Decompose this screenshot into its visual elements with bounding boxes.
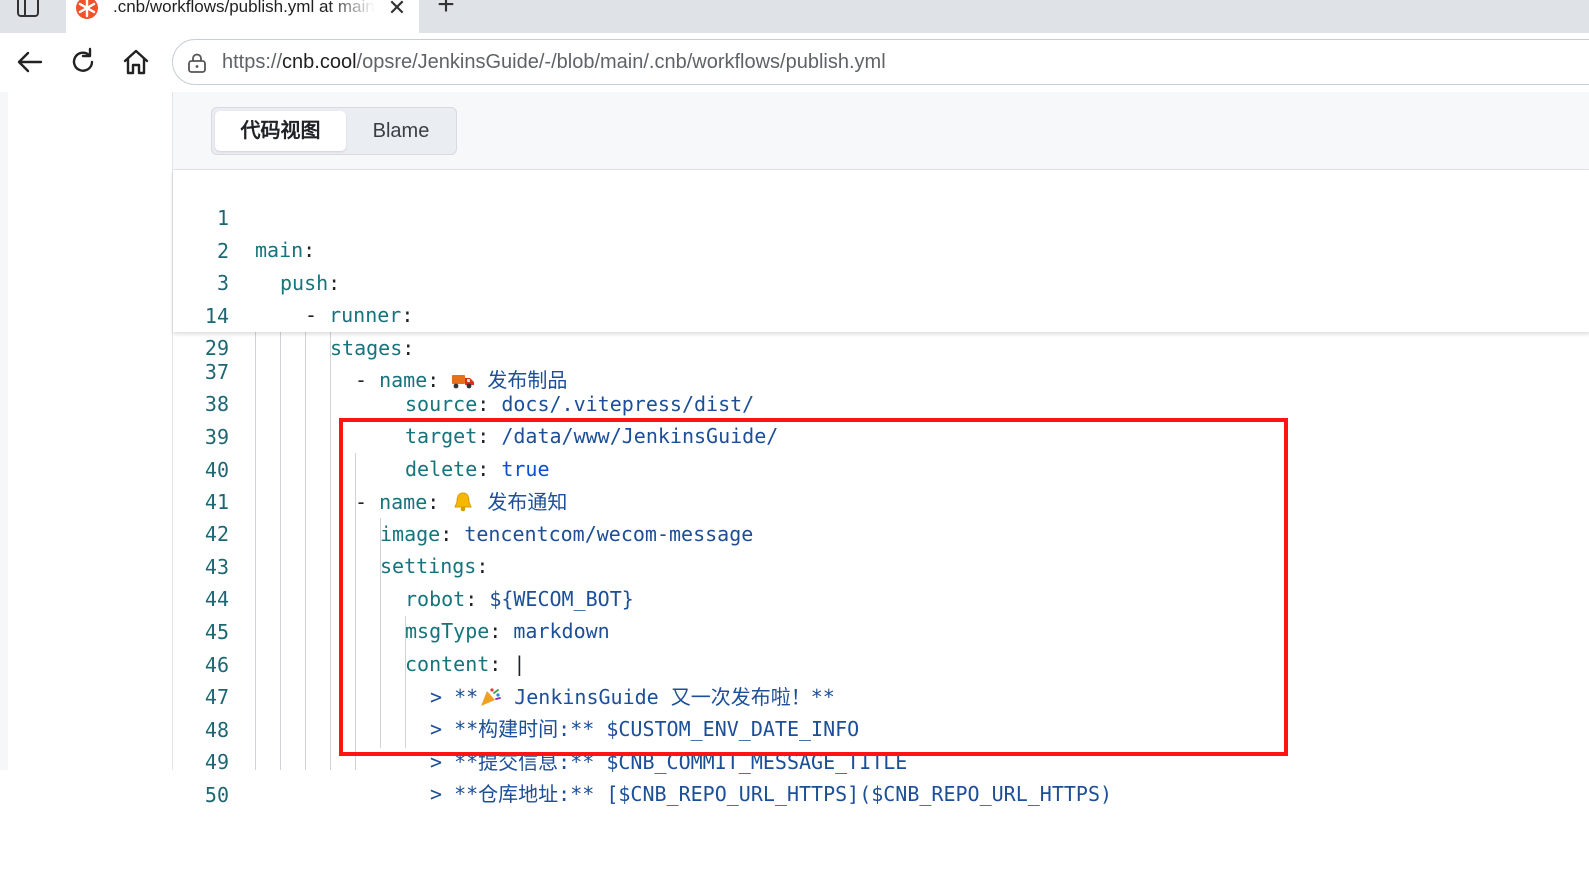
code-viewer: 代码视图 Blame 37 source: docs/.vitepress/di…	[172, 92, 1589, 807]
browser-tab-active[interactable]: .cnb/workflows/publish.yml at main ✕	[66, 0, 419, 33]
code-area[interactable]: 37 source: docs/.vitepress/dist/ 38 targ…	[173, 92, 1589, 807]
lock-icon[interactable]	[186, 52, 208, 74]
new-tab-icon[interactable]: +	[432, 0, 460, 20]
line-number: 29	[204, 336, 229, 360]
url-path: /opsre/JenkinsGuide/-/blob/main/.cnb/wor…	[356, 51, 886, 73]
sticky-code-line[interactable]: 2 push:	[173, 203, 1589, 295]
highlight-annotation-box	[339, 418, 1288, 756]
browser-toolbar: https://cnb.cool/opsre/JenkinsGuide/-/bl…	[0, 33, 1589, 92]
yaml-value: 发布制品	[475, 368, 568, 392]
cnb-favicon-icon	[76, 0, 98, 19]
yaml-dash: -	[355, 368, 380, 392]
yaml-key: name	[379, 368, 428, 392]
sticky-code-line[interactable]: 3 - runner:	[173, 235, 1589, 327]
tab-title: .cnb/workflows/publish.yml at main	[113, 0, 375, 16]
url-host: cnb.cool	[282, 51, 357, 73]
line-number: 50	[204, 783, 229, 807]
close-tab-icon[interactable]: ✕	[386, 0, 408, 20]
home-icon[interactable]	[120, 46, 152, 78]
yaml-text: > **仓库地址:** [$CNB_REPO_URL_HTTPS]($CNB_R…	[430, 782, 1113, 806]
back-arrow-icon[interactable]	[14, 46, 46, 78]
address-bar[interactable]: https://cnb.cool/opsre/JenkinsGuide/-/bl…	[172, 39, 1589, 85]
file-tree-panel	[8, 92, 172, 770]
sticky-code-line[interactable]: 14 stages:	[173, 268, 1589, 360]
reload-icon[interactable]	[67, 46, 99, 78]
yaml-separator: :	[427, 368, 452, 392]
url-protocol: https://	[222, 51, 283, 73]
page-left-panel	[0, 92, 172, 770]
browser-tab-strip: .cnb/workflows/publish.yml at main ✕ +	[0, 0, 1589, 33]
sticky-scroll-header: 1 main: 2 push: 3 - runner: 14 stages: 2…	[173, 170, 1589, 392]
sticky-code-line[interactable]: 1 main:	[173, 170, 1589, 262]
yaml-separator: :	[402, 336, 415, 360]
sticky-code-line[interactable]: 29 - name: 发布制品	[173, 300, 1589, 392]
yaml-key: stages	[330, 336, 403, 360]
sidebar-toggle-icon[interactable]	[16, 0, 40, 20]
url-text: https://cnb.cool/opsre/JenkinsGuide/-/bl…	[222, 51, 886, 74]
truck-emoji-icon	[452, 375, 475, 389]
